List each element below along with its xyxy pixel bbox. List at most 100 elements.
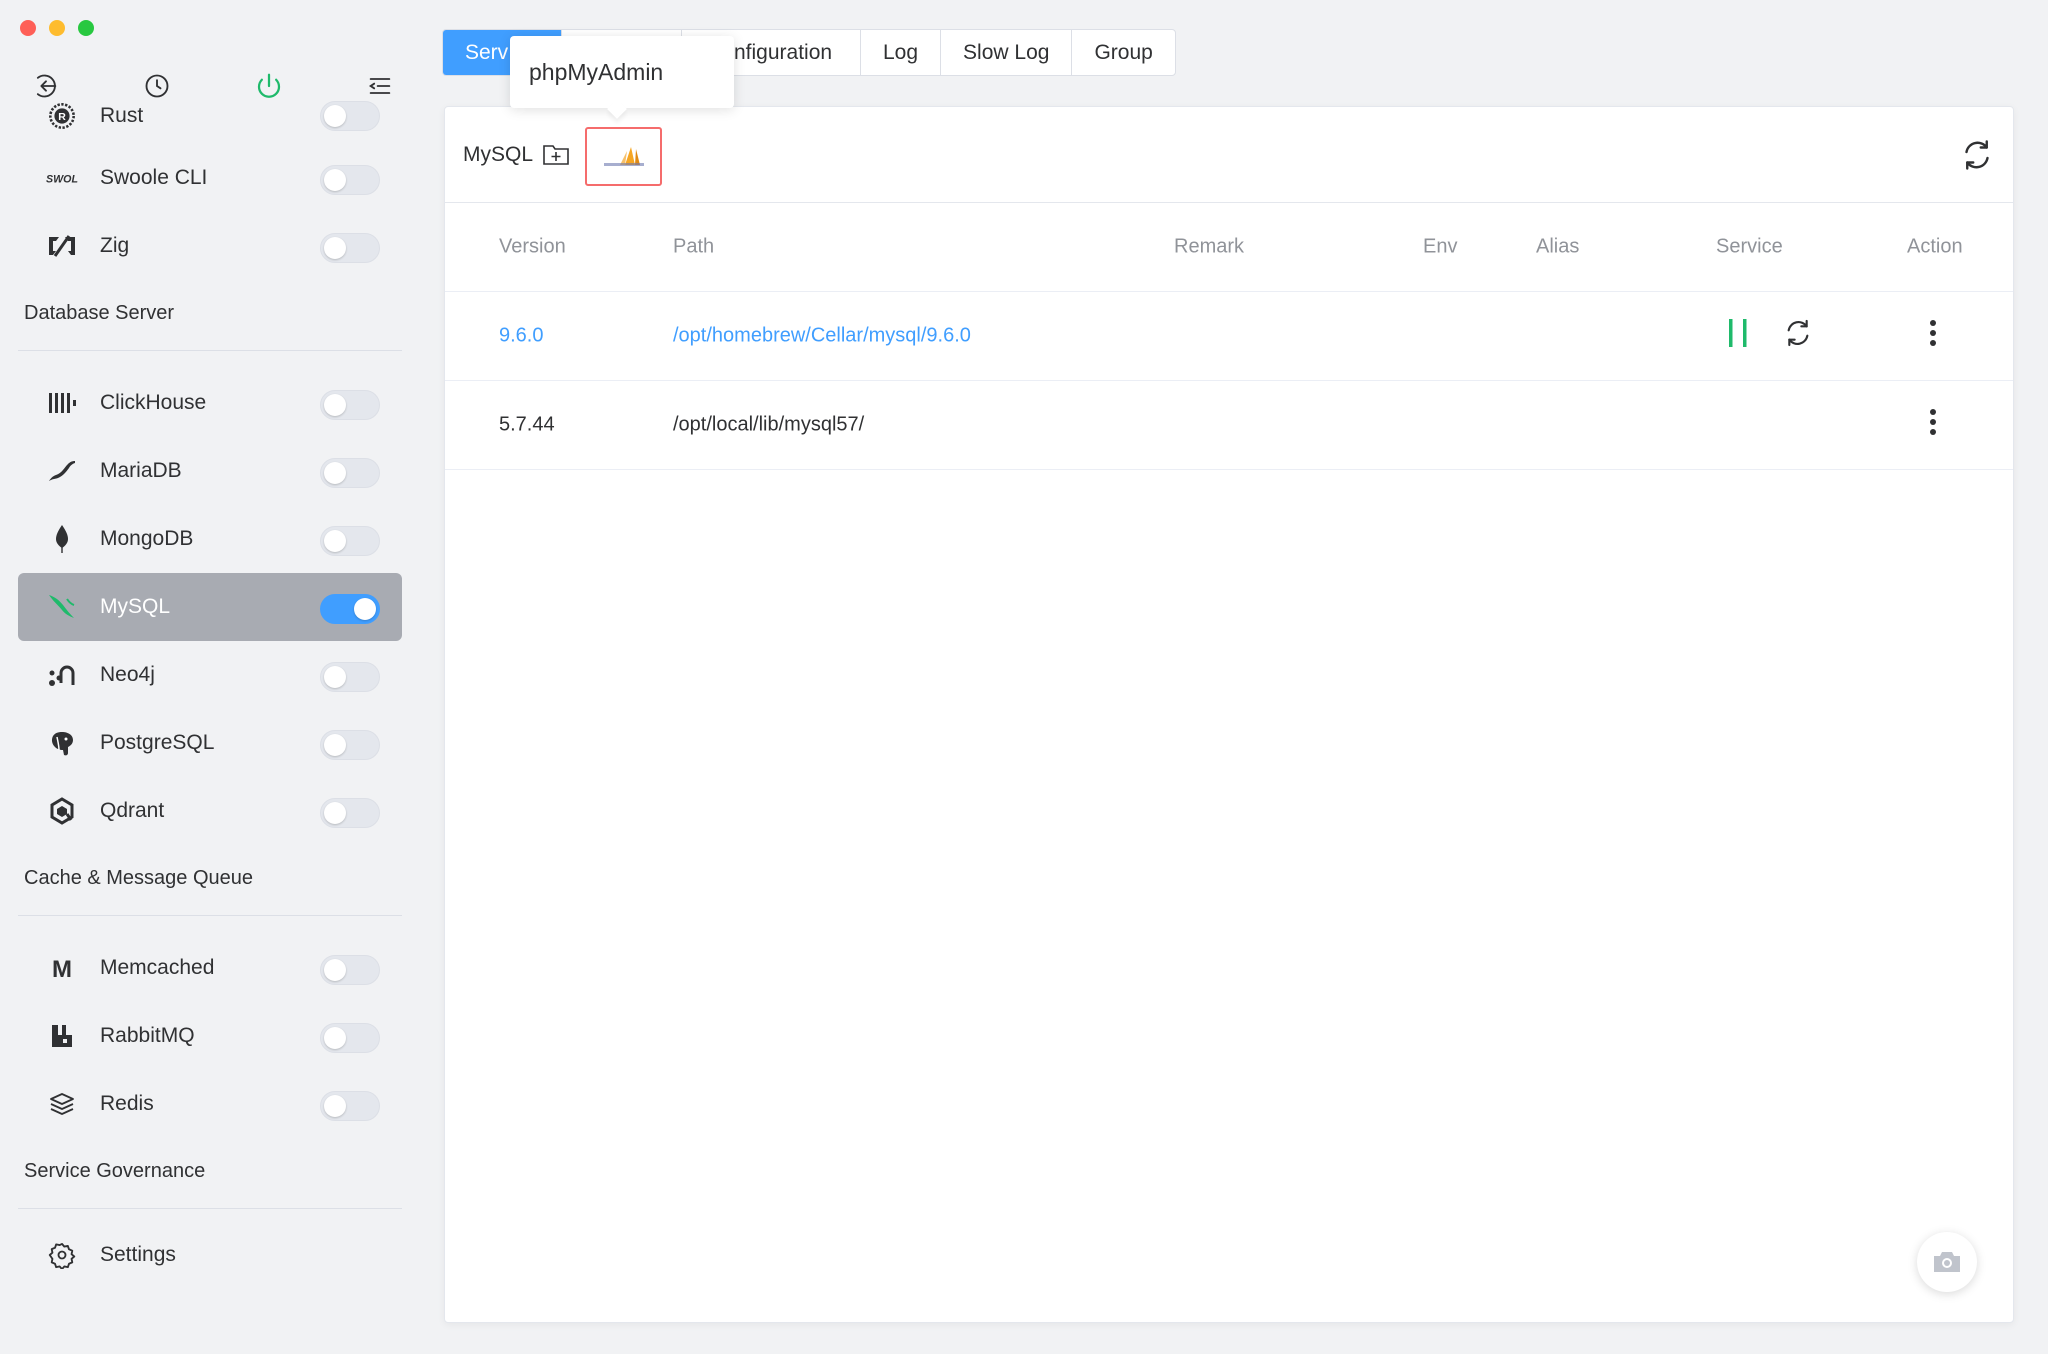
panel-header: MySQL	[445, 107, 2013, 203]
tab-log[interactable]: Log	[861, 30, 942, 75]
sidebar-item-qdrant[interactable]: Qdrant	[18, 777, 402, 845]
section-title-cache: Cache & Message Queue	[18, 845, 402, 916]
tooltip-phpmyadmin: phpMyAdmin	[510, 36, 734, 108]
qdrant-toggle[interactable]	[320, 798, 380, 828]
row-actions-button[interactable]	[1929, 319, 1937, 353]
clickhouse-icon	[46, 387, 78, 419]
service-panel: MySQL Version Path Remark Env Alias Serv…	[444, 106, 2014, 1323]
svg-text:M: M	[52, 956, 72, 980]
mariadb-toggle[interactable]	[320, 458, 380, 488]
mysql-toggle[interactable]	[320, 594, 380, 624]
column-env: Env	[1423, 235, 1458, 258]
sidebar-item-label: MySQL	[100, 595, 171, 618]
sidebar-item-label: MariaDB	[100, 459, 182, 482]
rabbitmq-icon	[46, 1020, 78, 1052]
version-cell: 5.7.44	[499, 413, 555, 436]
redis-icon	[46, 1088, 78, 1120]
app-window: R Rust SWOLE Swoole CLI Zig Database Ser…	[0, 0, 2048, 1354]
svg-text:R: R	[58, 111, 66, 123]
sidebar-item-mongodb[interactable]: MongoDB	[18, 505, 402, 573]
sidebar-item-label: Neo4j	[100, 663, 155, 686]
refresh-icon	[1965, 140, 1989, 170]
sidebar-item-clickhouse[interactable]: ClickHouse	[18, 369, 402, 437]
memcached-toggle[interactable]	[320, 955, 380, 985]
sidebar-item-postgresql[interactable]: PostgreSQL	[18, 709, 402, 777]
folder-add-icon	[543, 145, 569, 165]
sidebar-item-label: Qdrant	[100, 799, 165, 822]
sidebar-item-rust[interactable]: R Rust	[18, 88, 402, 144]
section-title-database: Database Server	[18, 280, 402, 351]
stop-service-button[interactable]	[1726, 318, 1750, 354]
rabbitmq-toggle[interactable]	[320, 1023, 380, 1053]
mariadb-icon	[46, 455, 78, 487]
section-title-governance: Service Governance	[18, 1138, 402, 1209]
column-path: Path	[673, 235, 715, 258]
tab-group[interactable]: Group	[1072, 30, 1174, 75]
mysql-icon	[46, 591, 78, 623]
path-cell[interactable]: /opt/homebrew/Cellar/mysql/9.6.0	[673, 325, 971, 348]
sidebar-item-label: MongoDB	[100, 527, 194, 550]
phpmyadmin-button[interactable]	[585, 127, 662, 186]
row-actions-button[interactable]	[1929, 408, 1937, 442]
more-vertical-icon	[1930, 320, 1936, 346]
phpmyadmin-logo-icon	[603, 146, 644, 166]
sidebar-item-rabbitmq[interactable]: RabbitMQ	[18, 1002, 402, 1070]
tab-slow-log[interactable]: Slow Log	[941, 30, 1073, 75]
restart-service-button[interactable]	[1782, 317, 1814, 355]
panel-title: MySQL	[463, 143, 534, 166]
sidebar-item-label: Memcached	[100, 956, 215, 979]
refresh-button[interactable]	[1959, 137, 1995, 178]
pause-icon	[1729, 319, 1747, 347]
sidebar-module-list: R Rust SWOLE Swoole CLI Zig Database Ser…	[0, 101, 420, 1289]
gear-icon	[46, 1239, 78, 1271]
rust-icon: R	[46, 100, 78, 132]
sidebar-item-redis[interactable]: Redis	[18, 1070, 402, 1138]
camera-icon	[1934, 1252, 1960, 1272]
sidebar-item-label: PostgreSQL	[100, 731, 215, 754]
rust-toggle[interactable]	[320, 101, 380, 131]
open-folder-button[interactable]	[542, 141, 570, 172]
sidebar-item-settings[interactable]: Settings	[18, 1221, 402, 1289]
sidebar-item-label: Swoole CLI	[100, 166, 208, 189]
swoole-cli-toggle[interactable]	[320, 165, 380, 195]
refresh-icon	[1787, 319, 1809, 347]
sidebar-item-label: RabbitMQ	[100, 1024, 195, 1047]
postgresql-icon	[46, 727, 78, 759]
screenshot-button[interactable]	[1917, 1232, 1977, 1292]
neo4j-toggle[interactable]	[320, 662, 380, 692]
column-action: Action	[1907, 235, 1963, 258]
redis-toggle[interactable]	[320, 1091, 380, 1121]
column-remark: Remark	[1174, 235, 1245, 258]
swoole-icon: SWOLE	[46, 162, 78, 194]
sidebar-item-neo4j[interactable]: Neo4j	[18, 641, 402, 709]
sidebar-item-mysql[interactable]: MySQL	[18, 573, 402, 641]
table-header: Version Path Remark Env Alias Service Ac…	[445, 203, 2013, 292]
svg-text:SWOLE: SWOLE	[46, 174, 78, 186]
sidebar-item-mariadb[interactable]: MariaDB	[18, 437, 402, 505]
version-cell[interactable]: 9.6.0	[499, 325, 543, 348]
qdrant-icon	[46, 795, 78, 827]
sidebar-item-swoole-cli[interactable]: SWOLE Swoole CLI	[18, 144, 402, 212]
postgresql-toggle[interactable]	[320, 730, 380, 760]
mongodb-toggle[interactable]	[320, 526, 380, 556]
sidebar-item-memcached[interactable]: M Memcached	[18, 934, 402, 1002]
sidebar-item-zig[interactable]: Zig	[18, 212, 402, 280]
sidebar-item-label: Rust	[100, 104, 144, 127]
neo4j-icon	[46, 659, 78, 691]
mongodb-icon	[46, 523, 78, 555]
table-row: 9.6.0 /opt/homebrew/Cellar/mysql/9.6.0	[445, 292, 2013, 381]
column-version: Version	[499, 235, 566, 258]
sidebar-item-label: Redis	[100, 1092, 154, 1115]
table-row: 5.7.44 /opt/local/lib/mysql57/	[445, 381, 2013, 470]
sidebar-item-label: ClickHouse	[100, 391, 207, 414]
memcached-icon: M	[46, 952, 78, 984]
zig-icon	[46, 230, 78, 262]
clickhouse-toggle[interactable]	[320, 390, 380, 420]
path-cell: /opt/local/lib/mysql57/	[673, 413, 865, 436]
sidebar: R Rust SWOLE Swoole CLI Zig Database Ser…	[0, 0, 420, 1354]
sidebar-item-label: Settings	[100, 1243, 176, 1266]
zig-toggle[interactable]	[320, 233, 380, 263]
more-vertical-icon	[1930, 409, 1936, 435]
column-alias: Alias	[1536, 235, 1580, 258]
sidebar-item-label: Zig	[100, 234, 130, 257]
